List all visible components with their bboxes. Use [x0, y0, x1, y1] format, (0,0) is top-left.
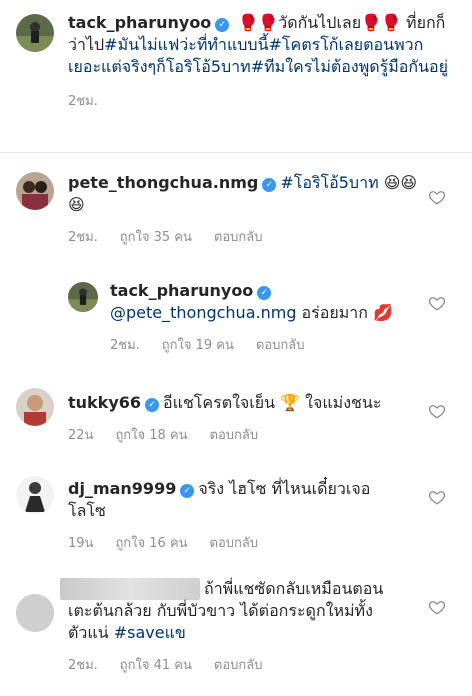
username[interactable]: pete_thongchua.nmg — [68, 173, 258, 192]
hashtag-link[interactable]: #มันไม่แฟว่ะที่ทำแบบนี้ — [104, 35, 268, 54]
comment-text: ตัวแน่ — [68, 623, 114, 642]
verified-badge-icon: ✓ — [262, 178, 277, 192]
caption-text: tack_pharunyoo ✓ 🥊🥊วัดกันไปเลย🥊🥊 ที่ยกก็ว… — [68, 12, 456, 78]
comment-meta: 2ชม. ถูกใจ 41 คน ตอบกลับ — [68, 654, 428, 675]
verified-badge-icon: ✓ — [257, 286, 272, 300]
heart-outline-icon[interactable] — [428, 488, 446, 506]
reply-button[interactable]: ตอบกลับ — [214, 230, 263, 245]
comment-body: ถ้าพี่แชซัดกลับเหมือนตอน เตะต้นกล้วย กับ… — [68, 578, 428, 644]
comment-body: tukky66 ✓ อีแชโครตใจเย็น 🏆 ใจแม่งชนะ — [68, 392, 428, 414]
like-count[interactable]: ถูกใจ 41 คน — [120, 658, 192, 673]
avatar[interactable] — [68, 282, 98, 312]
heart-outline-icon[interactable] — [428, 402, 446, 420]
reply-button[interactable]: ตอบกลับ — [214, 658, 263, 673]
reply-comment: tack_pharunyoo ✓ @pete_thongchua.nmg อร่อ… — [110, 280, 430, 355]
comment-body: tack_pharunyoo ✓ @pete_thongchua.nmg อร่อ… — [110, 280, 430, 324]
avatar[interactable] — [16, 388, 54, 426]
comment-meta: 19น ถูกใจ 16 คน ตอบกลับ — [68, 532, 388, 553]
hashtag-link[interactable]: #โอริโอ้5บาท — [280, 173, 378, 192]
comment-body: dj_man9999 ✓ จริง ไฮโซ ที่ไหนเดี๋ยวเจอ โลโ… — [68, 478, 388, 522]
comment-meta: 22น ถูกใจ 18 คน ตอบกลับ — [68, 424, 428, 445]
verified-badge-icon: ✓ — [215, 18, 230, 32]
avatar[interactable] — [16, 476, 54, 514]
like-count[interactable]: ถูกใจ 16 คน — [115, 536, 187, 551]
verified-badge-icon: ✓ — [180, 484, 195, 498]
comment: pete_thongchua.nmg ✓ #โอริโอ้5บาท 😆😆😆 2ชม.… — [68, 172, 428, 247]
comment: tukky66 ✓ อีแชโครตใจเย็น 🏆 ใจแม่งชนะ 22น ถู… — [68, 392, 428, 445]
caption-text-1: วัดกันไปเลย — [278, 13, 362, 32]
comment-text: อีแชโครตใจเย็น — [163, 393, 276, 412]
post-caption: tack_pharunyoo ✓ 🥊🥊วัดกันไปเลย🥊🥊 ที่ยกก็ว… — [16, 12, 456, 111]
comment-meta: 2ชม. ถูกใจ 35 คน ตอบกลับ — [68, 226, 428, 247]
username[interactable]: tack_pharunyoo — [110, 281, 253, 300]
divider — [0, 152, 472, 153]
mention-link[interactable]: @pete_thongchua.nmg — [110, 303, 296, 322]
comment: dj_man9999 ✓ จริง ไฮโซ ที่ไหนเดี๋ยวเจอ โลโ… — [68, 478, 388, 553]
reply-button[interactable]: ตอบกลับ — [256, 338, 305, 353]
timestamp: 19น — [68, 536, 94, 551]
comments-page: { "caption": { "username": "tack_pharuny… — [0, 0, 472, 696]
reply-button[interactable]: ตอบกลับ — [210, 536, 259, 551]
username[interactable]: dj_man9999 — [68, 479, 176, 498]
heart-outline-icon[interactable] — [428, 598, 446, 616]
verified-badge-icon: ✓ — [145, 398, 160, 412]
like-count[interactable]: ถูกใจ 35 คน — [120, 230, 192, 245]
comment-meta: 2ชม. ถูกใจ 19 คน ตอบกลับ — [110, 334, 430, 355]
avatar[interactable] — [16, 594, 54, 632]
timestamp: 2ชม. — [68, 230, 98, 245]
comment-text: เตะต้นกล้วย กับพี่บัวขาว ได้ต่อกระดูกใหม… — [68, 601, 373, 620]
reply-button[interactable]: ตอบกลับ — [210, 428, 259, 443]
comment-text: อร่อยมาก — [296, 303, 368, 322]
like-count[interactable]: ถูกใจ 18 คน — [115, 428, 187, 443]
comment-body: pete_thongchua.nmg ✓ #โอริโอ้5บาท 😆😆😆 — [68, 172, 428, 216]
boxing-glove-emoji: 🥊🥊 — [361, 13, 401, 32]
username[interactable]: tack_pharunyoo — [68, 13, 211, 32]
timestamp: 2ชม. — [68, 94, 98, 109]
comment-text: ถ้าพี่แชซัดกลับเหมือนตอน — [204, 579, 384, 598]
timestamp: 22น — [68, 428, 94, 443]
hashtag-link[interactable]: #ทีมใครไม่ต้องพูดรู้มือกันอยู่ — [251, 57, 448, 76]
timestamp: 2ชม. — [110, 338, 140, 353]
trophy-emoji: 🏆 — [280, 393, 301, 412]
hashtag-link[interactable]: #saveแข — [114, 623, 186, 642]
username[interactable]: tukky66 — [68, 393, 141, 412]
comment: ถ้าพี่แชซัดกลับเหมือนตอน เตะต้นกล้วย กับ… — [68, 578, 428, 675]
avatar[interactable] — [16, 172, 54, 210]
caption-meta: 2ชม. — [68, 90, 456, 111]
boxing-glove-emoji: 🥊🥊 — [238, 13, 279, 32]
kiss-emoji: 💋 — [373, 303, 393, 322]
heart-outline-icon[interactable] — [428, 188, 446, 206]
comment-text: ใจแม่งชนะ — [305, 393, 382, 412]
timestamp: 2ชม. — [68, 658, 98, 673]
like-count[interactable]: ถูกใจ 19 คน — [162, 338, 234, 353]
heart-outline-icon[interactable] — [428, 294, 446, 312]
